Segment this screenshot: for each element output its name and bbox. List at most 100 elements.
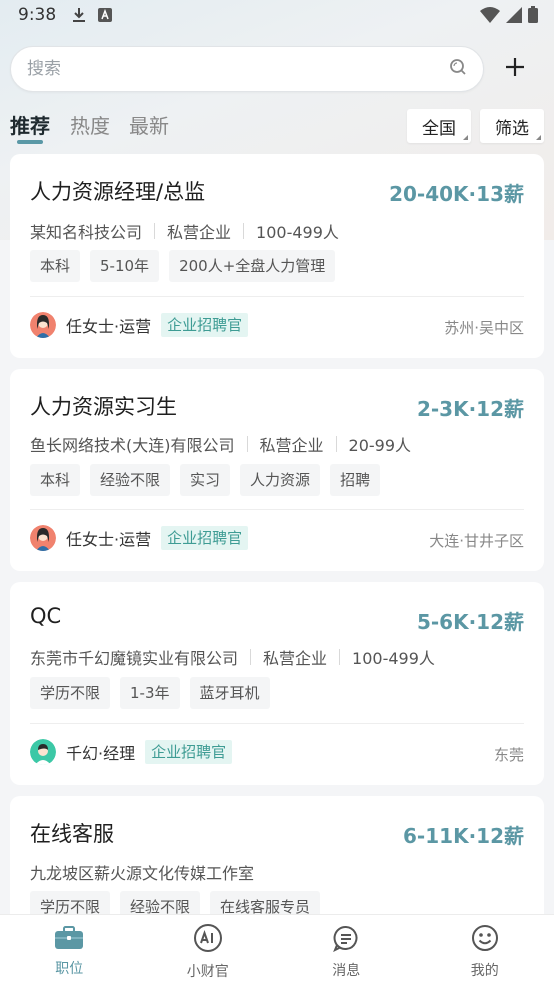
add-button[interactable] (492, 46, 538, 92)
active-tab-indicator (17, 140, 43, 144)
signal-icon (506, 6, 522, 28)
bottom-nav: 职位 小财官 消息 我的 (0, 914, 554, 984)
job-card[interactable]: 人力资源经理/总监 20-40K·13薪 某知名科技公司 私营企业 100-49… (10, 154, 544, 358)
job-card[interactable]: QC 5-6K·12薪 东莞市千幻魔镜实业有限公司 私营企业 100-499人 … (10, 582, 544, 785)
job-tags: 本科 5-10年 200人+全盘人力管理 (30, 250, 336, 282)
job-location: 东莞 (493, 746, 524, 764)
job-tag: 招聘 (330, 464, 381, 496)
company-info: 鱼长网络技术(大连)有限公司 私营企业 20-99人 (30, 432, 411, 456)
filter-label: 筛选 (495, 118, 529, 139)
card-divider (30, 296, 524, 297)
job-tag: 学历不限 (30, 677, 111, 709)
status-time: 9:38 (18, 5, 57, 25)
tab-latest[interactable]: 最新 (129, 110, 169, 139)
job-title: QC (30, 604, 62, 628)
job-tag: 200人+全盘人力管理 (169, 250, 336, 282)
job-salary: 2-3K·12薪 (416, 397, 524, 421)
company-info: 东莞市千幻魔镜实业有限公司 私营企业 100-499人 (30, 645, 435, 669)
job-tag: 本科 (30, 250, 81, 282)
company-size: 100-499人 (256, 223, 339, 242)
job-tag: 人力资源 (240, 464, 321, 496)
recruiter-badge: 企业招聘官 (161, 313, 249, 337)
recruiter-badge: 企业招聘官 (161, 526, 249, 550)
job-salary: 5-6K·12薪 (416, 610, 524, 634)
company-type: 私营企业 (167, 223, 232, 242)
company-type: 私营企业 (263, 649, 328, 668)
nav-label: 我的 (470, 962, 499, 979)
job-card[interactable]: 人力资源实习生 2-3K·12薪 鱼长网络技术(大连)有限公司 私营企业 20-… (10, 369, 544, 571)
battery-icon (528, 6, 538, 28)
job-tag: 经验不限 (90, 464, 171, 496)
separator (154, 223, 156, 239)
job-title: 人力资源经理/总监 (30, 180, 206, 204)
tab-hot[interactable]: 热度 (70, 110, 110, 139)
nav-item-jobs[interactable]: 职位 (0, 915, 139, 984)
separator (246, 436, 248, 452)
nav-item-profile[interactable]: 我的 (416, 915, 554, 984)
company-name: 某知名科技公司 (30, 223, 143, 242)
recruiter-name: 千幻·经理 (66, 744, 136, 763)
dropdown-corner-icon (536, 135, 541, 140)
download-icon (72, 7, 86, 23)
female-avatar (30, 525, 56, 551)
company-name: 东莞市千幻魔镜实业有限公司 (30, 649, 239, 668)
separator (339, 649, 341, 665)
filter-button[interactable]: 筛选 (480, 109, 544, 143)
job-salary: 20-40K·13薪 (389, 182, 524, 206)
job-tag: 1-3年 (120, 677, 180, 709)
smile-icon (471, 924, 499, 956)
search-box[interactable] (10, 46, 484, 92)
a-notification-icon (98, 8, 113, 22)
job-title: 在线客服 (30, 822, 114, 846)
ai-icon (193, 923, 223, 957)
job-tag: 蓝牙耳机 (189, 677, 270, 709)
search-icon[interactable] (449, 58, 467, 80)
recruiter-info[interactable]: 任女士·运营 企业招聘官 (30, 525, 249, 551)
recruiter-info[interactable]: 任女士·运营 企业招聘官 (30, 312, 249, 338)
male-avatar (30, 739, 56, 765)
company-name: 鱼长网络技术(大连)有限公司 (30, 436, 235, 455)
briefcase-icon (54, 925, 84, 954)
company-info: 九龙坡区薪火源文化传媒工作室 (30, 860, 254, 884)
job-location: 大连·甘井子区 (429, 532, 524, 550)
job-tags: 学历不限 1-3年 蓝牙耳机 (30, 677, 270, 709)
job-salary: 6-11K·12薪 (403, 824, 524, 848)
female-avatar (30, 312, 56, 338)
tab-recommend[interactable]: 推荐 (10, 110, 50, 139)
dropdown-corner-icon (463, 135, 468, 140)
nav-item-ai[interactable]: 小财官 (139, 915, 278, 984)
recruiter-badge: 企业招聘官 (145, 740, 233, 764)
recruiter-name: 任女士·运营 (66, 317, 152, 336)
card-divider (30, 723, 524, 724)
company-type: 私营企业 (259, 436, 324, 455)
wifi-icon (480, 6, 500, 28)
plus-icon (504, 56, 526, 82)
separator (335, 436, 337, 452)
job-tags: 本科 经验不限 实习 人力资源 招聘 (30, 464, 381, 496)
company-info: 某知名科技公司 私营企业 100-499人 (30, 219, 339, 243)
nav-label: 小财官 (186, 963, 229, 980)
company-size: 100-499人 (352, 649, 435, 668)
recruiter-info[interactable]: 千幻·经理 企业招聘官 (30, 739, 233, 765)
separator (250, 649, 252, 665)
search-input[interactable] (27, 59, 449, 79)
region-filter-button[interactable]: 全国 (407, 109, 471, 143)
message-icon (332, 924, 360, 956)
job-title: 人力资源实习生 (30, 395, 177, 419)
tabs-row: 推荐 热度 最新 全国 筛选 (10, 106, 544, 146)
company-name: 九龙坡区薪火源文化传媒工作室 (30, 864, 255, 883)
job-tag: 实习 (180, 464, 231, 496)
job-tag: 5-10年 (90, 250, 160, 282)
separator (243, 223, 245, 239)
recruiter-name: 任女士·运营 (66, 530, 152, 549)
card-divider (30, 509, 524, 510)
status-bar: 9:38 (0, 0, 554, 30)
region-filter-label: 全国 (422, 118, 456, 139)
job-tag: 本科 (30, 464, 81, 496)
nav-label: 消息 (332, 962, 361, 979)
search-row (10, 46, 544, 92)
company-size: 20-99人 (348, 436, 412, 455)
job-location: 苏州·吴中区 (444, 319, 524, 337)
nav-item-messages[interactable]: 消息 (277, 915, 416, 984)
nav-label: 职位 (55, 960, 84, 977)
